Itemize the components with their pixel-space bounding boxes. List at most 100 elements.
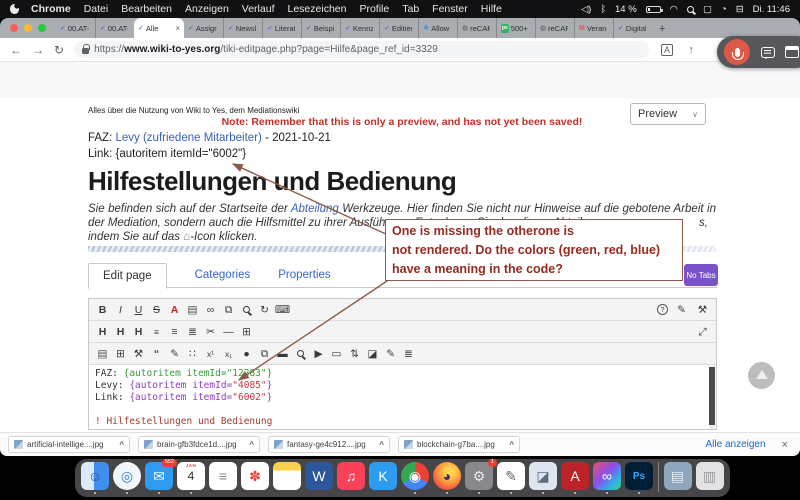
menubar-clock[interactable]: Di. 11:46: [753, 4, 790, 15]
tab-edit-page[interactable]: Edit page: [88, 263, 167, 289]
tab-newsle[interactable]: ✓ Newsle: [223, 18, 262, 38]
dock-preview[interactable]: ◪: [529, 462, 557, 494]
tab-alle[interactable]: ✓ Alle ×: [134, 18, 184, 38]
minimize-window-button[interactable]: [24, 24, 32, 32]
battery-percent[interactable]: 14 %: [615, 4, 637, 15]
dock-app-icon[interactable]: W: [305, 462, 333, 490]
chevron-up-icon[interactable]: ^: [379, 440, 384, 449]
tab-00at-2[interactable]: ✓ 00.AT-: [95, 18, 134, 38]
quick-edit-icon[interactable]: ✎: [674, 300, 689, 320]
capture-icon[interactable]: ⊟: [736, 4, 744, 15]
dock-finder[interactable]: ☺: [81, 462, 109, 494]
tab-recapt-1[interactable]: ◍ reCAPT: [457, 18, 496, 38]
dock-calendar[interactable]: JAN 4: [177, 462, 205, 494]
dock-safari[interactable]: ◎: [113, 462, 141, 494]
pencil-icon[interactable]: ✎: [167, 344, 182, 364]
share-icon[interactable]: ↑: [685, 44, 697, 56]
dock-divider[interactable]: [657, 462, 660, 496]
wiki-page-icon[interactable]: ▤: [185, 300, 200, 320]
dock-app-icon[interactable]: ▤: [664, 462, 692, 490]
dock-trash[interactable]: ▥: [696, 462, 724, 494]
tab-kennza[interactable]: ✓ Kennza: [340, 18, 379, 38]
wizard-icon[interactable]: ⚒: [131, 344, 146, 364]
plugins-icon[interactable]: ∷: [185, 344, 200, 364]
database-icon[interactable]: ≣: [401, 344, 416, 364]
special-char-icon[interactable]: ✂: [203, 322, 218, 342]
image-icon[interactable]: ◪: [365, 344, 380, 364]
bullet-list-icon[interactable]: ≡: [167, 322, 182, 342]
wifi-icon[interactable]: ◠: [670, 4, 678, 15]
download-chip[interactable]: brain-gfb3fdce1d....jpg ^: [138, 436, 260, 453]
heading1-icon[interactable]: H: [95, 322, 110, 342]
copy-icon[interactable]: ⧉: [257, 344, 272, 364]
draw-icon[interactable]: ✎: [383, 344, 398, 364]
scrollbar-thumb[interactable]: [709, 367, 715, 425]
quote-icon[interactable]: “: [149, 344, 164, 364]
numbered-list-icon[interactable]: ≣: [185, 322, 200, 342]
chevron-up-icon[interactable]: ^: [249, 440, 254, 449]
dock-notes[interactable]: [273, 462, 301, 494]
menu-anzeigen[interactable]: Anzeigen: [185, 3, 229, 15]
tab-digitali[interactable]: ✓ Digitali: [613, 18, 652, 38]
subscript-icon[interactable]: x₁: [221, 344, 236, 364]
bluetooth-icon[interactable]: ᛒ: [600, 4, 606, 15]
align-middle-icon[interactable]: ⇅: [347, 344, 362, 364]
zoom-window-button[interactable]: [38, 24, 46, 32]
heading2-icon[interactable]: H: [113, 322, 128, 342]
tab-categories[interactable]: Categories: [195, 269, 251, 281]
chevron-up-icon[interactable]: ^: [509, 440, 514, 449]
display-icon[interactable]: ▢: [703, 4, 712, 15]
tab-allow-u[interactable]: ❖ Allow u: [418, 18, 457, 38]
dock-app-icon[interactable]: ∞: [593, 462, 621, 490]
dock-app-icon[interactable]: ⚙ 1: [465, 462, 493, 490]
editor-textarea[interactable]: FAZ: {autoritem itemId="12283"} Levy: {a…: [89, 365, 716, 430]
dock-app-icon[interactable]: K: [369, 462, 397, 490]
dock-app-icon[interactable]: ♫: [337, 462, 365, 490]
dock-app-icon[interactable]: ✉ 552: [145, 462, 173, 490]
italic-icon[interactable]: I: [113, 300, 128, 320]
scroll-to-top-button[interactable]: [748, 362, 775, 389]
media-icon[interactable]: ▬: [275, 344, 290, 364]
find-icon[interactable]: [297, 350, 304, 357]
search-icon[interactable]: [243, 306, 250, 313]
reload-button[interactable]: ↻: [54, 43, 64, 57]
chevron-up-icon[interactable]: ^: [119, 440, 124, 449]
dock-app-icon[interactable]: ✽: [241, 462, 269, 490]
dock-reminders[interactable]: ≡: [209, 462, 237, 494]
window-icon[interactable]: [785, 46, 799, 58]
download-chip[interactable]: blockchain-g7ba....jpg ^: [398, 436, 520, 453]
screencast-icon[interactable]: ▭: [329, 344, 344, 364]
back-button[interactable]: ←: [10, 43, 22, 57]
dock-photoshop[interactable]: Ps: [625, 462, 653, 494]
menu-fenster[interactable]: Fenster: [432, 3, 468, 15]
table-wizard-icon[interactable]: ⊞: [113, 344, 128, 364]
download-chip[interactable]: artificial-intellige....jpg ^: [8, 436, 130, 453]
abteilung-link[interactable]: Abteilung: [291, 203, 339, 215]
download-chip[interactable]: fantasy-ge4c912....jpg ^: [268, 436, 390, 453]
admin-wrench-icon[interactable]: ⚒: [695, 300, 710, 320]
dock-textedit[interactable]: ✎: [497, 462, 525, 494]
forward-button[interactable]: →: [32, 43, 44, 57]
heading3-icon[interactable]: H: [131, 322, 146, 342]
tab-beispie[interactable]: ✓ Beispie: [301, 18, 340, 38]
tab-properties[interactable]: Properties: [278, 269, 330, 281]
menu-bearbeiten[interactable]: Bearbeiten: [121, 3, 172, 15]
menu-tab[interactable]: Tab: [402, 3, 419, 15]
volume-icon[interactable]: ◁): [581, 4, 591, 15]
dock-chrome[interactable]: ◉: [401, 462, 429, 494]
menu-lesezeichen[interactable]: Lesezeichen: [288, 3, 347, 15]
no-tabs-button[interactable]: No Tabs: [684, 264, 718, 286]
dock-app-icon[interactable]: [273, 462, 301, 490]
play-icon[interactable]: ▶: [311, 344, 326, 364]
help-icon[interactable]: ?: [657, 304, 668, 315]
address-bar[interactable]: https://www.wiki-to-yes.org/tiki-editpag…: [74, 41, 649, 58]
menu-datei[interactable]: Datei: [84, 3, 109, 15]
dock-word[interactable]: W: [305, 462, 333, 494]
dock-settings[interactable]: ⚙ 1: [465, 462, 493, 494]
battery-icon[interactable]: [646, 6, 661, 13]
dock-acrobat[interactable]: A: [561, 462, 589, 494]
menu-profile[interactable]: Profile: [359, 3, 389, 15]
dock-app-icon[interactable]: ◎: [113, 462, 141, 490]
apple-logo[interactable]: [10, 4, 19, 14]
dock-app-icon[interactable]: Ps: [625, 462, 653, 490]
